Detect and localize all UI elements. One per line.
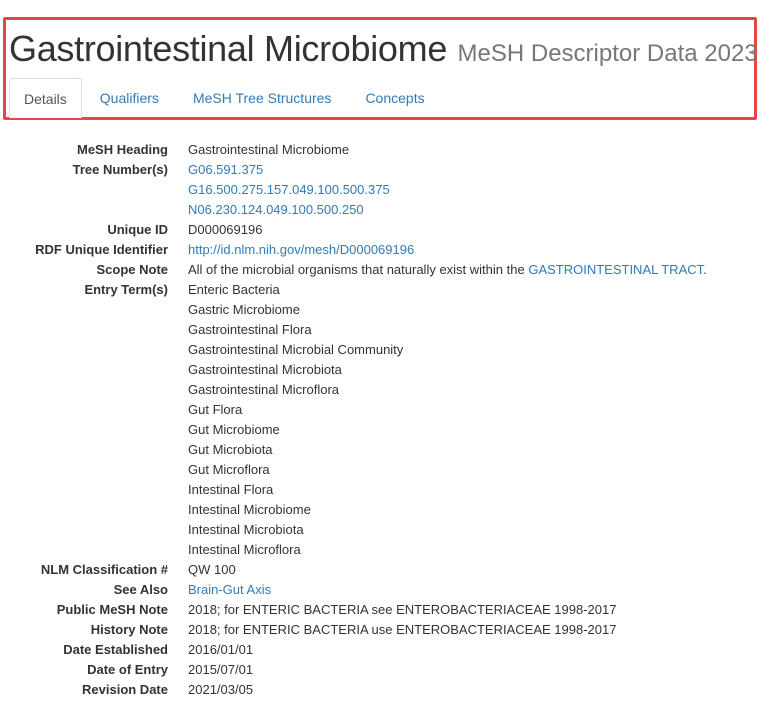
mesh-heading-row: MeSH Heading Gastrointestinal Microbiome [0,140,764,160]
scope-note-row: Scope Note All of the microbial organism… [0,260,764,280]
entry-term: Gastrointestinal Microflora [188,382,339,397]
tree-number-link[interactable]: G06.591.375 [188,160,263,180]
entry-term-row: Gut Microflora [0,460,764,480]
rdf-id-label: RDF Unique Identifier [35,242,168,257]
date-established-label: Date Established [63,642,168,657]
unique-id-value: D000069196 [188,222,263,237]
details-list: MeSH Heading Gastrointestinal Microbiome… [0,140,764,700]
entry-term: Gut Microbiota [188,442,273,457]
entry-term-row: Intestinal Microbiota [0,520,764,540]
entry-term: Gastrointestinal Microbiota [188,362,342,377]
unique-id-label: Unique ID [107,222,168,237]
entry-term: Gastric Microbiome [188,302,300,317]
page-title: Gastrointestinal Microbiome [9,28,448,69]
entry-term-row: Intestinal Microflora [0,540,764,560]
scope-note-label: Scope Note [96,262,168,277]
nlm-classification-row: NLM Classification # QW 100 [0,560,764,580]
entry-term: Gastrointestinal Flora [188,322,312,337]
entry-term-row: Intestinal Flora [0,480,764,500]
date-of-entry-value: 2015/07/01 [188,662,254,677]
page-subtitle: MeSH Descriptor Data 2023 [457,40,758,67]
history-note-value: 2018; for ENTERIC BACTERIA use ENTEROBAC… [188,622,617,637]
revision-date-value: 2021/03/05 [188,682,254,697]
entry-term-row: Gastric Microbiome [0,300,764,320]
date-established-value: 2016/01/01 [188,642,254,657]
entry-term: Intestinal Microflora [188,542,301,557]
tree-number-link[interactable]: N06.230.124.049.100.500.250 [188,200,364,220]
tree-number-row: N06.230.124.049.100.500.250 [0,200,764,220]
history-note-row: History Note 2018; for ENTERIC BACTERIA … [0,620,764,640]
entry-term-row: Entry Term(s) Enteric Bacteria [0,280,764,300]
rdf-id-row: RDF Unique Identifier http://id.nlm.nih.… [0,240,764,260]
entry-term-row: Gut Microbiota [0,440,764,460]
tab-qualifiers[interactable]: Qualifiers [84,78,175,118]
entry-term-row: Gastrointestinal Microbiota [0,360,764,380]
tree-number-row: G16.500.275.157.049.100.500.375 [0,180,764,200]
scope-note-link[interactable]: GASTROINTESTINAL TRACT [528,262,703,277]
entry-terms-label: Entry Term(s) [84,282,168,297]
entry-term: Intestinal Microbiome [188,502,311,517]
entry-term: Gut Flora [188,402,243,417]
entry-term-row: Gastrointestinal Microflora [0,380,764,400]
entry-term-row: Gastrointestinal Flora [0,320,764,340]
entry-term: Gut Microflora [188,462,270,477]
mesh-heading-label: MeSH Heading [76,142,168,157]
entry-term-row: Gut Flora [0,400,764,420]
see-also-row: See Also Brain-Gut Axis [0,580,764,600]
tree-number-link[interactable]: G16.500.275.157.049.100.500.375 [188,180,390,200]
date-established-row: Date Established 2016/01/01 [0,640,764,660]
entry-term: Intestinal Flora [188,482,274,497]
nlm-classification-label: NLM Classification # [40,562,168,577]
tab-bar: Details Qualifiers MeSH Tree Structures … [9,78,755,118]
see-also-label: See Also [113,582,168,597]
tab-mesh-tree-structures[interactable]: MeSH Tree Structures [177,78,348,118]
see-also-link[interactable]: Brain-Gut Axis [188,580,271,600]
public-mesh-note-label: Public MeSH Note [56,602,168,617]
entry-term-row: Intestinal Microbiome [0,500,764,520]
entry-term-row: Gastrointestinal Microbial Community [0,340,764,360]
entry-term: Gut Microbiome [188,422,280,437]
revision-date-label: Revision Date [82,682,168,697]
history-note-label: History Note [90,622,168,637]
tab-details[interactable]: Details [9,78,82,118]
entry-term: Enteric Bacteria [188,282,280,297]
mesh-heading-value: Gastrointestinal Microbiome [188,142,350,157]
tree-number-row: Tree Number(s) G06.591.375 [0,160,764,180]
scope-note-value: All of the microbial organisms that natu… [188,260,707,280]
entry-term: Intestinal Microbiota [188,522,304,537]
unique-id-row: Unique ID D000069196 [0,220,764,240]
scope-note-text: All of the microbial organisms that natu… [188,262,529,277]
scope-note-end: . [703,262,707,277]
public-mesh-note-row: Public MeSH Note 2018; for ENTERIC BACTE… [0,600,764,620]
entry-term: Gastrointestinal Microbial Community [188,342,404,357]
revision-date-row: Revision Date 2021/03/05 [0,680,764,700]
date-of-entry-label: Date of Entry [87,662,168,677]
nlm-classification-value: QW 100 [188,562,236,577]
tab-concepts[interactable]: Concepts [349,78,440,118]
public-mesh-note-value: 2018; for ENTERIC BACTERIA see ENTEROBAC… [188,602,617,617]
entry-term-row: Gut Microbiome [0,420,764,440]
date-of-entry-row: Date of Entry 2015/07/01 [0,660,764,680]
tree-number-label: Tree Number(s) [72,162,168,177]
rdf-id-link[interactable]: http://id.nlm.nih.gov/mesh/D000069196 [188,240,414,260]
page-header: Gastrointestinal Microbiome MeSH Descrip… [9,28,758,70]
